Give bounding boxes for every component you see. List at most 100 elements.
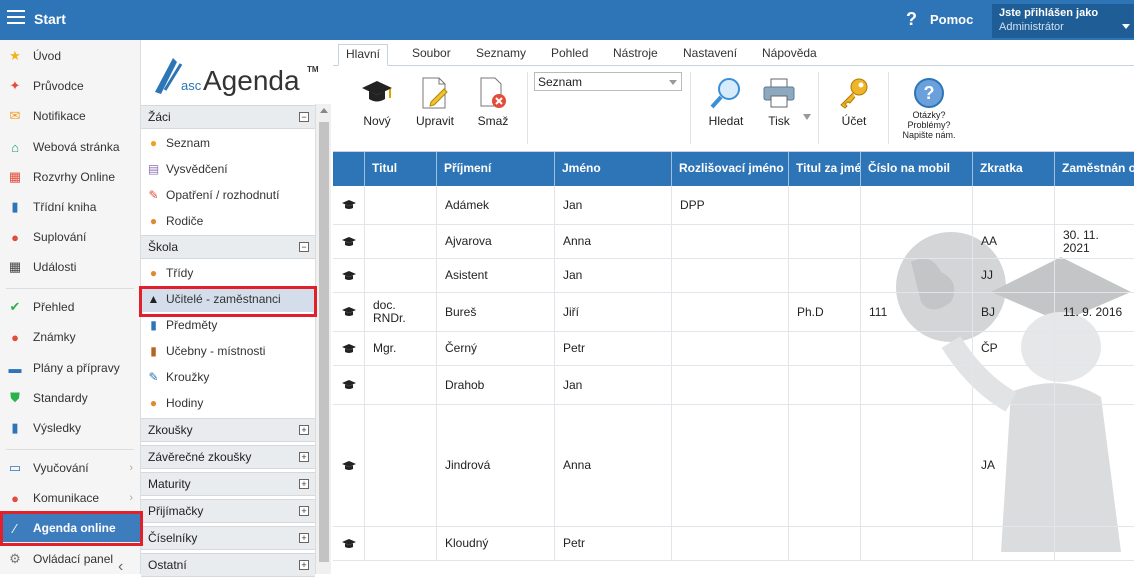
table-row[interactable]: Drahob Jan — [333, 366, 1134, 405]
nav-item-6[interactable]: ● Suplování — [0, 223, 141, 251]
cell-prijmeni: Kloudný — [437, 527, 555, 560]
column-header-titul[interactable]: Titul — [365, 152, 437, 186]
cell-prijmeni: Bureš — [437, 293, 555, 331]
find-button[interactable]: Hledat — [696, 74, 756, 128]
tab-0[interactable]: Hlavní — [338, 44, 389, 66]
help-link[interactable]: Pomoc — [930, 12, 973, 27]
section-collapsed-5[interactable]: Ostatní + — [141, 553, 315, 577]
user-name: Administrátor — [999, 21, 1064, 33]
sidebar-item-skola-0[interactable]: ● Třídy — [141, 260, 315, 286]
sidebar-item-zaci-1[interactable]: ▤ Vysvědčení — [141, 156, 315, 182]
table-row[interactable]: doc. RNDr. Bureš Jiří Ph.D 111 BJ 11. 9. 2016 — [333, 293, 1134, 332]
chevron-down-icon — [1122, 24, 1130, 29]
expand-icon[interactable]: + — [299, 452, 309, 462]
sidebar-item-skola-3[interactable]: ▮ Učebny - místnosti — [141, 338, 315, 364]
cell-zkratka — [973, 186, 1055, 224]
tab-1[interactable]: Soubor — [412, 46, 451, 60]
sidebar-item-zaci-3[interactable]: ● Rodiče — [141, 208, 315, 234]
cell-titul_za — [789, 186, 861, 224]
nav-item-3[interactable]: ⌂ Webová stránka — [0, 133, 141, 161]
nav-item-13[interactable]: ▭ Vyučování › — [0, 454, 141, 482]
cell-jmeno: Jan — [555, 186, 672, 224]
cell-prijmeni: Drahob — [437, 366, 555, 404]
account-button[interactable]: Účet — [824, 74, 884, 128]
nav-item-10[interactable]: ▬ Plány a přípravy — [0, 354, 141, 382]
table-row[interactable]: Mgr. Černý Petr ČP — [333, 332, 1134, 366]
column-header-jmeno[interactable]: Jméno — [555, 152, 672, 186]
print-button[interactable]: Tisk — [749, 74, 809, 128]
expand-icon[interactable]: + — [299, 533, 309, 543]
table-row[interactable]: Ajvarova Anna AA 30. 11. 2021 — [333, 225, 1134, 259]
nav-item-1[interactable]: ✦ Průvodce — [0, 72, 141, 100]
print-dropdown-icon[interactable] — [803, 114, 811, 120]
view-select[interactable]: Seznam — [534, 72, 682, 91]
collapse-sidebar-icon[interactable]: ‹ — [118, 558, 123, 576]
help-question-icon[interactable]: ? — [906, 9, 917, 30]
cell-jmeno: Petr — [555, 527, 672, 560]
column-header-mobil[interactable]: Číslo na mobil — [861, 152, 973, 186]
sidebar-item-skola-5[interactable]: ● Hodiny — [141, 390, 315, 416]
scroll-up-icon[interactable] — [320, 108, 328, 113]
table-row[interactable]: Adámek Jan DPP — [333, 186, 1134, 225]
tab-6[interactable]: Nápověda — [762, 46, 817, 60]
section-collapsed-4[interactable]: Číselníky + — [141, 526, 315, 550]
cell-titul_za — [789, 405, 861, 526]
sidebar-item-zaci-0[interactable]: ● Seznam — [141, 130, 315, 156]
section-skola[interactable]: Škola − — [141, 235, 315, 259]
nav-item-11[interactable]: ⛊ Standardy — [0, 384, 141, 412]
section-collapsed-3[interactable]: Přijímačky + — [141, 499, 315, 523]
collapse-icon[interactable]: − — [299, 112, 309, 122]
cell-prijmeni: Černý — [437, 332, 555, 365]
sidebar-item-zaci-2[interactable]: ✎ Opatření / rozhodnutí — [141, 182, 315, 208]
nav-item-7[interactable]: ▦ Události — [0, 253, 141, 281]
nav-item-8[interactable]: ✔ Přehled — [0, 293, 141, 321]
section-collapsed-1[interactable]: Závěrečné zkoušky + — [141, 445, 315, 469]
sidebar-item-skola-4[interactable]: ✎ Kroužky — [141, 364, 315, 390]
edit-button[interactable]: Upravit — [405, 74, 465, 128]
section-collapsed-2[interactable]: Maturity + — [141, 472, 315, 496]
support-button[interactable]: ? — [913, 77, 945, 112]
tab-4[interactable]: Nástroje — [613, 46, 658, 60]
user-menu[interactable]: Jste přihlášen jako Administrátor — [992, 4, 1134, 38]
nav-item-0[interactable]: ★ Úvod — [0, 42, 141, 70]
column-header-zamestnan[interactable]: Zaměstnán o — [1055, 152, 1134, 186]
scroll-thumb[interactable] — [319, 122, 329, 562]
class-icon: ● — [149, 266, 158, 280]
tab-5[interactable]: Nastavení — [683, 46, 737, 60]
nav-item-2[interactable]: ✉ Notifikace — [0, 102, 141, 130]
expand-icon[interactable]: + — [299, 560, 309, 570]
expand-icon[interactable]: + — [299, 425, 309, 435]
column-header-zkratka[interactable]: Zkratka — [973, 152, 1055, 186]
column-header-prijmeni[interactable]: Příjmení — [437, 152, 555, 186]
table-row[interactable]: Asistent Jan JJ — [333, 259, 1134, 293]
column-header-titul-za[interactable]: Titul za jmé — [789, 152, 861, 186]
cell-zamestnan — [1055, 186, 1134, 224]
tab-3[interactable]: Pohled — [551, 46, 588, 60]
table-row[interactable]: Jindrová Anna JA — [333, 405, 1134, 527]
hamburger-menu-icon[interactable] — [7, 10, 25, 28]
cell-mobil — [861, 186, 973, 224]
expand-icon[interactable]: + — [299, 479, 309, 489]
question-circle-icon: ? — [914, 78, 944, 108]
expand-icon[interactable]: + — [299, 506, 309, 516]
nav-item-14[interactable]: ● Komunikace › — [0, 484, 141, 512]
table-row[interactable]: Kloudný Petr — [333, 527, 1134, 561]
nav-item-12[interactable]: ▮ Výsledky — [0, 414, 141, 442]
collapse-icon[interactable]: − — [299, 242, 309, 252]
cell-rozlis — [672, 259, 789, 292]
new-button[interactable]: Nový — [347, 74, 407, 128]
support-text[interactable]: Otázky? Problémy? Napište nám. — [898, 110, 960, 140]
sidebar-scrollbar[interactable] — [315, 104, 331, 574]
svg-text:?: ? — [924, 83, 935, 103]
nav-item-4[interactable]: ▦ Rozvrhy Online — [0, 163, 141, 191]
delete-button[interactable]: Smaž — [463, 74, 523, 128]
nav-item-5[interactable]: ▮ Třídní kniha — [0, 193, 141, 221]
nav-item-9[interactable]: ● Známky — [0, 323, 141, 351]
subject-icon: ▮ — [150, 318, 157, 332]
app-title[interactable]: Start — [34, 11, 66, 27]
section-collapsed-0[interactable]: Zkoušky + — [141, 418, 315, 442]
tab-2[interactable]: Seznamy — [476, 46, 526, 60]
section-zaci[interactable]: Žáci − — [141, 105, 315, 129]
column-header-rozlisovaci[interactable]: Rozlišovací jméno — [672, 152, 789, 186]
mortarboard-icon — [341, 270, 356, 280]
